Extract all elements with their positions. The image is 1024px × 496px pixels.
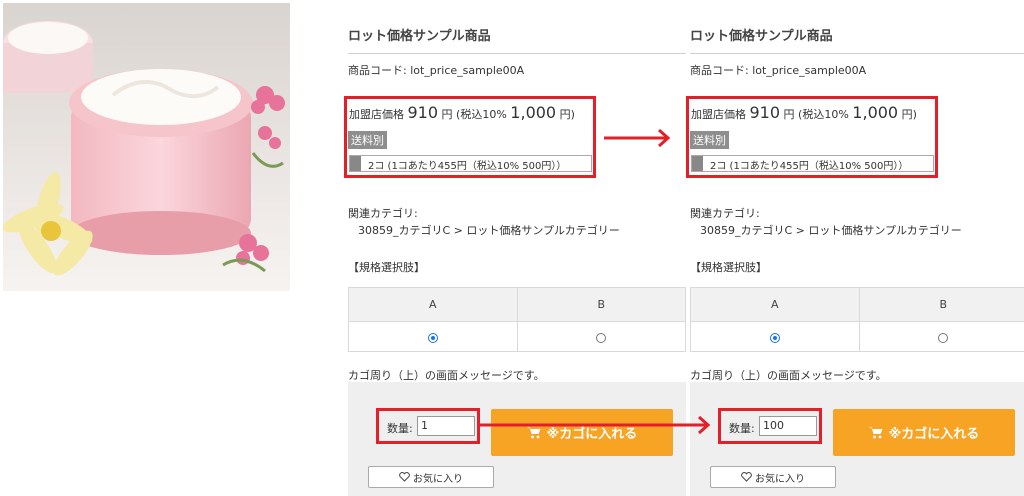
radio-option-b[interactable] [938,332,949,343]
spec-header-b: B [516,287,686,322]
cart-icon [868,427,883,439]
price-value: 910 [407,103,439,122]
tax-label: (税込10% [456,108,507,121]
tax-price-value: 1,000 [510,103,557,122]
spec-table: A B [348,287,686,352]
favorite-button[interactable]: お気に入り [368,466,494,488]
shipping-badge: 送料別 [348,131,387,149]
heart-icon [399,472,410,482]
add-to-cart-label: ※カゴに入れる [888,427,980,442]
radio-option-a[interactable] [769,332,780,343]
cart-area: 数量: 100 ※カゴに入れる お気に入り [690,382,1024,496]
lot-price-option[interactable]: 2コ (1コあたり455円（税込10% 500円）） [691,155,934,172]
lot-price-text: 2コ (1コあたり455円（税込10% 500円）） [368,161,567,172]
quantity-highlight-box: 数量: 100 [718,408,822,444]
product-title: ロット価格サンプル商品 [690,25,1024,54]
spec-cell-a [690,321,860,352]
product-code: 商品コード: lot_price_sample00A [690,64,867,77]
favorite-label: お気に入り [755,473,805,485]
price-label: 加盟店価格 [349,108,404,121]
favorite-button[interactable]: お気に入り [710,466,836,488]
category-link[interactable]: 30859_カテゴリC > ロット価格サンプルカテゴリー [700,222,962,238]
tax-label: (税込10% [798,108,849,121]
quantity-label: 数量: [729,422,755,435]
product-panel-after: ロット価格サンプル商品 商品コード: lot_price_sample00A 加… [686,0,1024,496]
quantity-input[interactable]: 1 [417,416,475,436]
spec-label: 【規格選択肢】 [690,261,767,274]
lot-marker [350,156,361,171]
quantity-label: 数量: [387,422,413,435]
cart-message: カゴ周り（上）の画面メッセージです。 [348,369,545,382]
price-value: 910 [749,103,781,122]
lot-marker [692,156,703,171]
tax-price-value: 1,000 [852,103,899,122]
product-title: ロット価格サンプル商品 [348,25,686,54]
spec-cell-a [348,321,518,352]
lot-price-text: 2コ (1コあたり455円（税込10% 500円）） [710,161,909,172]
spec-header-a: A [348,287,518,322]
right-arrow-icon [604,128,671,148]
quantity-highlight-box: 数量: 1 [376,408,480,444]
spec-header-b: B [858,287,1024,322]
product-image [3,3,290,291]
spec-cell-b [858,321,1024,352]
price-unit: 円 [441,108,453,121]
spec-label: 【規格選択肢】 [348,261,425,274]
category-link[interactable]: 30859_カテゴリC > ロット価格サンプルカテゴリー [358,222,620,238]
cart-message: カゴ周り（上）の画面メッセージです。 [690,369,887,382]
lot-price-option[interactable]: 2コ (1コあたり455円（税込10% 500円）） [349,155,592,172]
shipping-badge: 送料別 [690,131,729,149]
price-unit: 円 [783,108,795,121]
price-highlight-box: 加盟店価格 910 円 (税込10% 1,000 円) 送料別 2コ (1コあた… [344,96,596,178]
radio-option-b[interactable] [596,332,607,343]
price-line: 加盟店価格 910 円 (税込10% 1,000 円) [349,103,575,122]
category-label: 関連カテゴリ: [690,207,760,220]
price-line: 加盟店価格 910 円 (税込10% 1,000 円) [691,103,917,122]
spec-header-a: A [690,287,860,322]
favorite-label: お気に入り [413,473,463,485]
cart-area: 数量: 1 ※カゴに入れる お気に入り [348,382,686,496]
price-label: 加盟店価格 [691,108,746,121]
heart-icon [741,472,752,482]
price-highlight-box: 加盟店価格 910 円 (税込10% 1,000 円) 送料別 2コ (1コあた… [686,96,938,178]
add-to-cart-button[interactable]: ※カゴに入れる [833,409,1015,456]
spec-table: A B [690,287,1024,352]
spec-cell-b [516,321,686,352]
category-label: 関連カテゴリ: [348,207,418,220]
tax-unit: 円) [559,108,575,121]
cream-jar-illustration [3,3,290,291]
radio-option-a[interactable] [427,332,438,343]
quantity-input[interactable]: 100 [759,416,817,436]
product-code: 商品コード: lot_price_sample00A [348,64,525,77]
tax-unit: 円) [901,108,917,121]
right-arrow-icon [480,415,711,435]
